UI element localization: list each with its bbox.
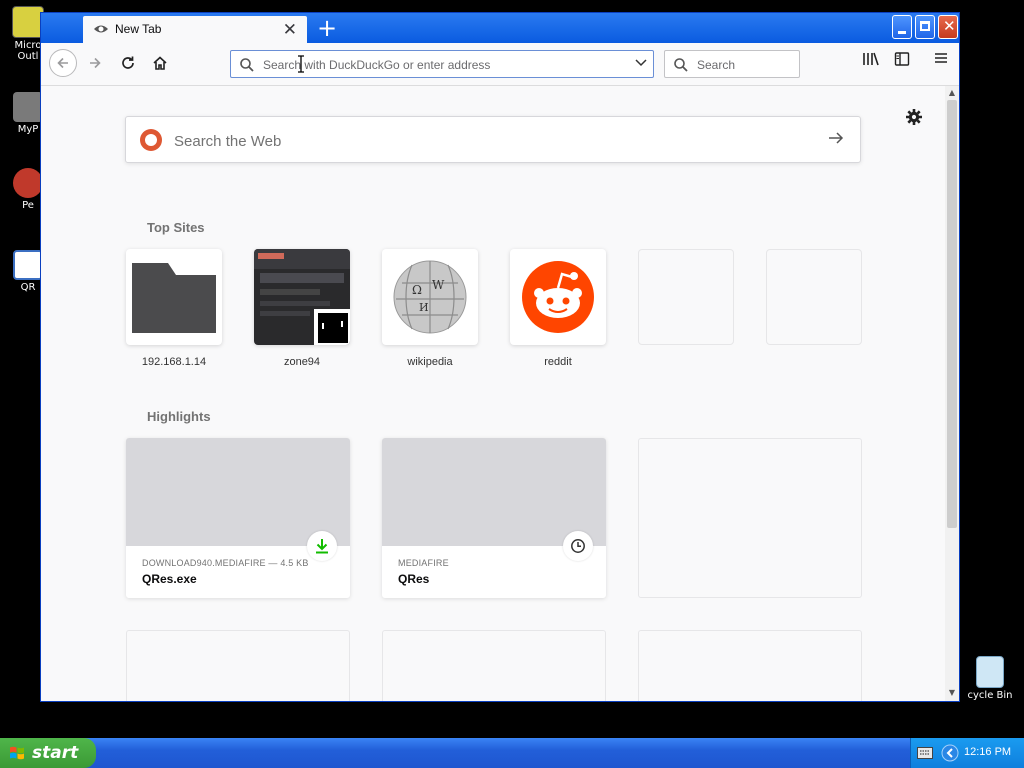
top-site-tile[interactable] (126, 249, 222, 345)
top-site-placeholder (766, 249, 862, 345)
web-search-box[interactable] (125, 116, 861, 163)
page-scrollbar[interactable]: ▲ ▼ (945, 86, 959, 701)
recycle-bin-icon (976, 656, 1004, 688)
computer-icon (13, 92, 43, 122)
scrollbar-thumb[interactable] (947, 100, 957, 528)
chevron-down-icon[interactable] (635, 59, 647, 67)
search-icon (240, 58, 254, 72)
window-app-icon (13, 250, 43, 280)
close-window-button[interactable]: ✕ (938, 15, 958, 39)
desktop-icon-recycle-bin[interactable]: cycle Bin (960, 656, 1020, 701)
highlights-heading: Highlights (147, 409, 211, 424)
top-site-tile[interactable] (510, 249, 606, 345)
home-icon (153, 56, 167, 70)
highlight-placeholder (638, 630, 862, 701)
windows-logo-icon (10, 746, 24, 760)
sidebar-icon[interactable] (894, 51, 910, 67)
site-screenshot-icon (254, 249, 350, 345)
duckduckgo-icon (140, 129, 162, 151)
system-tray: 12:16 PM (910, 738, 1024, 768)
download-icon (316, 539, 328, 554)
library-icon[interactable] (862, 51, 880, 67)
gear-icon[interactable] (905, 108, 923, 126)
top-site-tile (766, 249, 862, 345)
desktop-icon-label: cycle Bin (967, 690, 1013, 701)
top-site[interactable]: reddit (510, 249, 606, 368)
wikipedia-icon: Ω W И (393, 260, 467, 334)
back-button[interactable] (49, 49, 77, 77)
history-icon (571, 539, 585, 553)
top-site-label: 192.168.1.14 (141, 356, 207, 368)
top-site[interactable]: 192.168.1.14 (126, 249, 222, 368)
minimize-button[interactable] (892, 15, 912, 39)
highlight-preview (382, 438, 606, 546)
text-cursor-icon (298, 55, 304, 73)
tab-new-tab[interactable]: New Tab ✕ (83, 16, 307, 43)
url-bar[interactable] (230, 50, 654, 78)
start-label: start (32, 743, 79, 763)
back-arrow-icon (57, 57, 68, 69)
arrow-right-icon[interactable] (828, 131, 844, 145)
top-site[interactable]: Ω W И wikipedia (382, 249, 478, 368)
search-input[interactable] (695, 55, 795, 75)
scroll-up-icon[interactable]: ▲ (947, 88, 957, 98)
close-icon[interactable]: ✕ (283, 20, 297, 40)
new-tab-button[interactable]: + (317, 15, 337, 41)
forward-button[interactable] (81, 49, 109, 77)
firefox-icon (94, 25, 108, 33)
highlight-preview (126, 438, 350, 546)
tab-title: New Tab (115, 22, 162, 36)
keyboard-icon[interactable] (917, 747, 933, 759)
folder-icon (132, 263, 216, 333)
maximize-icon (920, 21, 930, 31)
reddit-icon (522, 261, 594, 333)
top-site-label: wikipedia (407, 356, 453, 368)
highlight-card[interactable]: MEDIAFIRE QRes (382, 438, 606, 598)
taskbar: start 12:16 PM (0, 738, 1024, 768)
title-bar[interactable]: New Tab ✕ + ✕ (41, 13, 959, 43)
start-button[interactable]: start (0, 738, 96, 768)
reload-button[interactable] (114, 49, 142, 77)
top-site-placeholder (638, 249, 734, 345)
svg-text:W: W (432, 278, 445, 292)
url-input[interactable] (261, 55, 625, 75)
reload-icon (122, 56, 134, 69)
scroll-down-icon[interactable]: ▼ (947, 688, 957, 698)
highlight-card[interactable]: DOWNLOAD940.MEDIAFIRE — 4.5 KB QRes.exe (126, 438, 350, 598)
highlight-badge (307, 531, 337, 561)
highlight-placeholder (638, 438, 862, 598)
top-site-tile[interactable]: Ω W И (382, 249, 478, 345)
highlight-source: MEDIAFIRE (398, 558, 449, 568)
top-sites-heading: Top Sites (147, 220, 205, 235)
highlight-placeholder (382, 630, 606, 701)
top-site-tile[interactable] (254, 249, 350, 345)
highlight-source: DOWNLOAD940.MEDIAFIRE — 4.5 KB (142, 558, 309, 568)
top-site-label: reddit (544, 356, 572, 368)
svg-text:Ω: Ω (412, 283, 422, 297)
app-icon (13, 168, 43, 198)
close-icon: ✕ (943, 17, 956, 35)
minimize-icon (898, 31, 906, 34)
menu-icon[interactable] (934, 51, 948, 65)
top-site-tile (638, 249, 734, 345)
search-bar[interactable] (664, 50, 800, 78)
nav-toolbar (41, 43, 959, 86)
home-button[interactable] (146, 49, 174, 77)
tray-expand-icon[interactable] (941, 744, 959, 762)
top-site-label: zone94 (283, 356, 321, 368)
svg-text:И: И (419, 301, 429, 314)
search-icon (674, 58, 688, 72)
web-search-input[interactable] (172, 129, 776, 153)
clock: 12:16 PM (964, 746, 1012, 758)
maximize-button[interactable] (915, 15, 935, 39)
browser-window: New Tab ✕ + ✕ Search with DuckDuckGo or … (40, 12, 960, 702)
highlight-title: QRes.exe (142, 572, 197, 586)
top-site[interactable]: zone94 (254, 249, 350, 368)
new-tab-page: Top Sites 192.168.1.14 (41, 86, 945, 701)
highlight-title: QRes (398, 572, 430, 586)
forward-arrow-icon (90, 57, 101, 69)
highlight-badge (563, 531, 593, 561)
highlight-placeholder (126, 630, 350, 701)
